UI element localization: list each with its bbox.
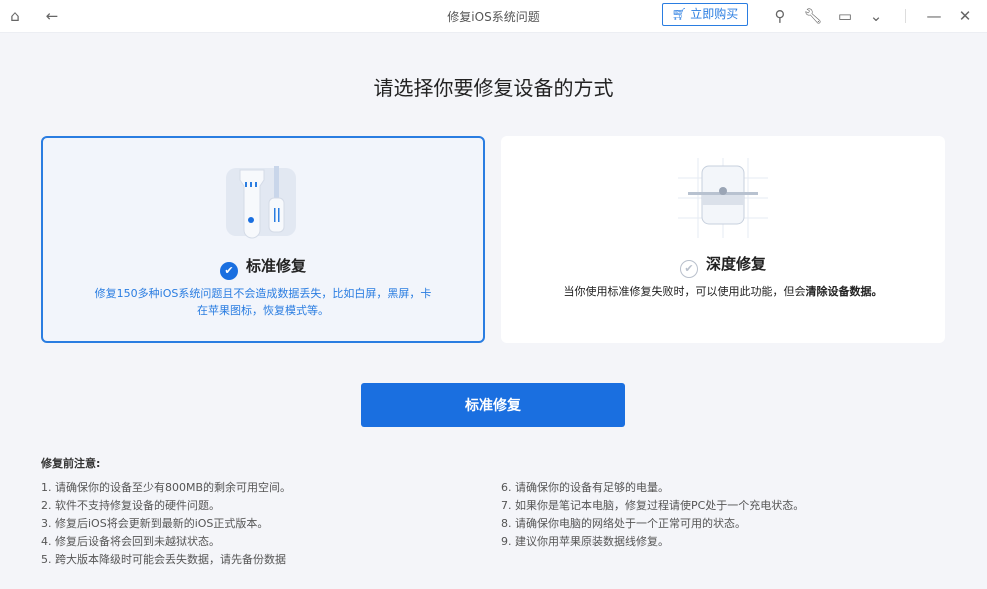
standard-repair-card[interactable]: ✔ 标准修复 修复150多种iOS系统问题且不会造成数据丢失，比如白屏，黑屏，卡在… (41, 136, 485, 343)
note-item: 5. 跨大版本降级时可能会丢失数据，请先备份数据 (41, 553, 286, 566)
note-item: 3. 修复后iOS将会更新到最新的iOS正式版本。 (41, 517, 269, 530)
card-title: 深度修复 (705, 255, 766, 273)
note-item: 9. 建议你用苹果原装数据线修复。 (501, 535, 669, 548)
card-title: 标准修复 (245, 257, 306, 275)
divider (905, 9, 906, 23)
feedback-icon[interactable]: ▭ (835, 6, 855, 26)
cart-icon: 🛒︎ (671, 7, 691, 21)
buy-now-label: 立即购买 (690, 7, 739, 21)
buy-now-button[interactable]: 🛒︎ 立即购买 (662, 3, 748, 26)
note-item: 2. 软件不支持修复设备的硬件问题。 (41, 499, 220, 512)
checked-icon: ✔ (219, 262, 238, 280)
start-repair-button[interactable]: 标准修复 (361, 383, 625, 427)
description-warning: 清除设备数据。 (805, 285, 883, 298)
note-item: 1. 请确保你的设备至少有800MB的剩余可用空间。 (41, 481, 292, 494)
unchecked-icon: ✔ (679, 260, 698, 278)
chevron-down-icon[interactable]: ⌄ (866, 6, 886, 26)
note-item: 8. 请确保你电脑的网络处于一个正常可用的状态。 (501, 517, 746, 530)
title-bar: ⌂ ← 修复iOS系统问题 🛒︎ 立即购买 ⚲ 🔧︎ ▭ ⌄ — ✕ (0, 0, 987, 33)
note-item: 4. 修复后设备将会回到未越狱状态。 (41, 535, 220, 548)
note-item: 7. 如果你是笔记本电脑，修复过程请使PC处于一个充电状态。 (501, 499, 805, 512)
notes-list-left: 1. 请确保你的设备至少有800MB的剩余可用空间。 2. 软件不支持修复设备的… (41, 479, 291, 569)
wrench-icon[interactable]: 🔧︎ (803, 6, 823, 26)
tools-illustration-icon (226, 166, 296, 239)
page-title: 请选择你要修复设备的方式 (373, 76, 614, 100)
note-item: 6. 请确保你的设备有足够的电量。 (501, 481, 669, 494)
notes-title: 修复前注意: (41, 457, 101, 470)
card-description: 当你使用标准修复失败时，可以使用此功能，但会清除设备数据。 (551, 283, 895, 300)
minimize-icon[interactable]: — (924, 6, 944, 26)
close-icon[interactable]: ✕ (955, 6, 975, 26)
notes-list-right: 6. 请确保你的设备有足够的电量。 7. 如果你是笔记本电脑，修复过程请使PC处… (501, 479, 804, 551)
key-icon[interactable]: ⚲ (770, 6, 790, 26)
device-illustration-icon (678, 158, 768, 238)
description-text: 当你使用标准修复失败时，可以使用此功能，但会 (563, 285, 806, 298)
deep-repair-card[interactable]: ✔ 深度修复 当你使用标准修复失败时，可以使用此功能，但会清除设备数据。 (501, 136, 945, 343)
card-description: 修复150多种iOS系统问题且不会造成数据丢失，比如白屏，黑屏，卡在苹果图标，恢… (94, 287, 432, 317)
